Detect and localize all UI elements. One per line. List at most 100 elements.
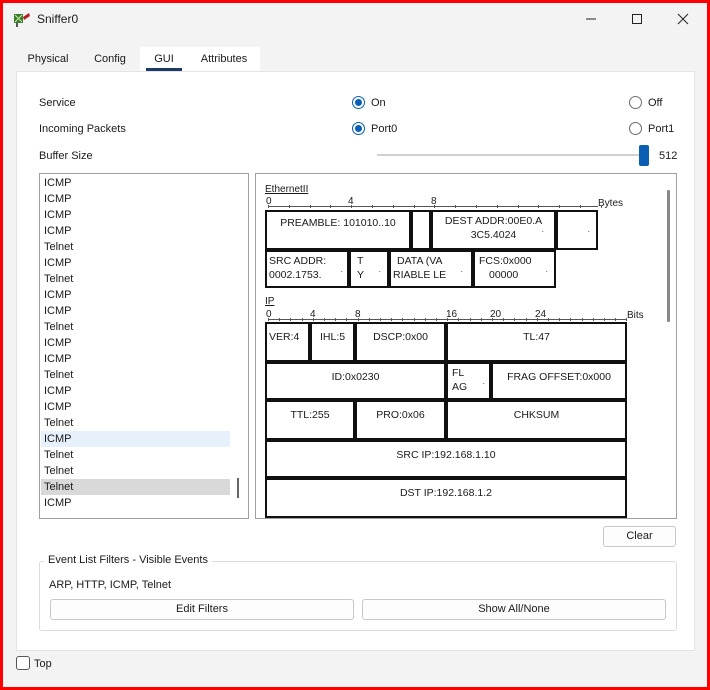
ip-ruler-tick bbox=[492, 318, 493, 321]
ethernet-src-addr-field: SRC ADDR: 0002.1753. . bbox=[265, 250, 349, 288]
pdu-scrollbar[interactable] bbox=[667, 190, 670, 322]
tab-attributes[interactable]: Attributes bbox=[188, 47, 260, 71]
minimize-button[interactable] bbox=[568, 3, 614, 35]
ethernet-ruler-tick bbox=[309, 205, 311, 208]
list-item[interactable]: ICMP bbox=[41, 255, 230, 271]
data-line1: DATA (VA bbox=[397, 255, 443, 267]
list-item[interactable]: ICMP bbox=[41, 223, 230, 239]
list-item[interactable]: Telnet bbox=[41, 239, 230, 255]
ethernet-ruler-tick bbox=[496, 205, 498, 208]
ip-src-ip-field: SRC IP:192.168.1.10 bbox=[265, 440, 627, 478]
event-list-scrollbar[interactable] bbox=[237, 478, 239, 498]
dscp-text: DSCP:0x00 bbox=[373, 331, 428, 343]
list-item[interactable]: ICMP bbox=[41, 287, 230, 303]
service-on-radio[interactable] bbox=[352, 96, 365, 109]
list-item[interactable]: Telnet bbox=[41, 367, 230, 383]
type-line1: T bbox=[357, 255, 364, 267]
data-line2: RIABLE LE bbox=[393, 269, 447, 281]
list-item[interactable]: ICMP bbox=[41, 431, 230, 447]
preamble-text: PREAMBLE: 101010..10 bbox=[280, 217, 396, 229]
id-text: ID:0x0230 bbox=[331, 371, 380, 383]
list-item[interactable]: ICMP bbox=[41, 383, 230, 399]
ethernet-dest-addr-field: DEST ADDR:00E0.A 3C5.4024 . bbox=[431, 210, 556, 250]
buffer-size-slider-thumb[interactable] bbox=[639, 145, 649, 166]
tab-gui[interactable]: GUI bbox=[140, 47, 188, 71]
list-item[interactable]: ICMP bbox=[41, 495, 230, 511]
ip-ruler-tick bbox=[402, 318, 404, 321]
gui-panel: Service On Off Incoming Packets Port0 Po… bbox=[16, 71, 695, 651]
truncation-dot: . bbox=[378, 264, 381, 274]
ip-ruler-tick bbox=[525, 318, 527, 321]
service-off-radio[interactable] bbox=[629, 96, 642, 109]
list-item[interactable]: ICMP bbox=[41, 399, 230, 415]
list-item[interactable]: Telnet bbox=[41, 319, 230, 335]
protocol-text: PRO:0x06 bbox=[376, 409, 425, 421]
tl-text: TL:47 bbox=[523, 331, 550, 343]
ip-ruler-tick bbox=[559, 318, 561, 321]
list-item[interactable]: ICMP bbox=[41, 191, 230, 207]
tab-physical[interactable]: Physical bbox=[16, 47, 80, 71]
port1-label: Port1 bbox=[648, 123, 675, 135]
list-item[interactable]: ICMP bbox=[41, 351, 230, 367]
ip-dst-ip-field: DST IP:192.168.1.2 bbox=[265, 478, 627, 518]
ethernet-ruler-tick bbox=[351, 205, 353, 208]
list-item[interactable]: ICMP bbox=[41, 303, 230, 319]
port1-radio[interactable] bbox=[629, 122, 642, 135]
port0-radio[interactable] bbox=[352, 122, 365, 135]
ip-ruler-tick bbox=[447, 318, 449, 321]
list-item[interactable]: ICMP bbox=[41, 175, 230, 191]
ip-ruler-tick bbox=[391, 318, 393, 321]
ethernet-type-field: T Y . bbox=[349, 250, 389, 288]
visible-events-text: ARP, HTTP, ICMP, Telnet bbox=[49, 579, 172, 591]
sniffer-window: Sniffer0 Physical Config GUI Attributes … bbox=[3, 3, 707, 687]
ethernet-ruler-tick bbox=[559, 205, 561, 208]
list-item[interactable]: Telnet bbox=[41, 447, 230, 463]
list-item[interactable]: Telnet bbox=[41, 415, 230, 431]
show-all-none-button[interactable]: Show All/None bbox=[362, 599, 666, 620]
ip-flag-field: FL AG . bbox=[446, 362, 491, 400]
ip-checksum-field: CHKSUM bbox=[446, 400, 627, 440]
ip-ruler-tick bbox=[592, 318, 594, 321]
truncation-dot: . bbox=[541, 224, 544, 234]
buffer-size-value: 512 bbox=[659, 150, 678, 162]
ethernet-section-title: EthernetII bbox=[265, 184, 309, 195]
tab-config[interactable]: Config bbox=[80, 47, 140, 71]
maximize-icon bbox=[632, 14, 642, 24]
window-title: Sniffer0 bbox=[37, 12, 79, 26]
event-list[interactable]: ICMP ICMP ICMP ICMP Telnet ICMP Telnet ICMP ICMP… bbox=[39, 173, 249, 519]
ethernet-ruler-tick bbox=[600, 205, 602, 208]
title-bar: Sniffer0 bbox=[3, 3, 707, 35]
fcs-line1: FCS:0x000 bbox=[479, 255, 532, 267]
ver-text: VER:4 bbox=[269, 331, 300, 343]
list-item[interactable]: Telnet bbox=[41, 479, 230, 495]
close-button[interactable] bbox=[660, 3, 706, 35]
top-checkbox[interactable] bbox=[16, 656, 30, 670]
list-item[interactable]: ICMP bbox=[41, 207, 230, 223]
close-icon bbox=[677, 13, 689, 25]
ip-ruler-tick bbox=[514, 318, 516, 321]
dest-addr-line2: 3C5.4024 bbox=[470, 229, 517, 241]
ethernet-ruler-tick bbox=[288, 205, 290, 208]
ip-ruler-tick bbox=[536, 318, 538, 321]
ip-ruler-tick bbox=[335, 318, 337, 321]
ethernet-fcs-field: FCS:0x000 00000 . bbox=[473, 250, 556, 288]
list-item[interactable]: Telnet bbox=[41, 271, 230, 287]
edit-filters-button[interactable]: Edit Filters bbox=[50, 599, 354, 620]
ip-ruler-tick bbox=[548, 318, 549, 321]
pdu-details-view[interactable]: EthernetII 0 4 8 Bytes PREAMBLE: 101010.… bbox=[255, 173, 677, 519]
ethernet-ruler-tick bbox=[434, 205, 436, 208]
type-line2: Y bbox=[357, 269, 365, 281]
ethernet-sfd-field bbox=[411, 210, 431, 250]
ip-ruler-tick bbox=[480, 318, 482, 321]
buffer-size-slider[interactable] bbox=[377, 154, 647, 156]
list-item[interactable]: Telnet bbox=[41, 463, 230, 479]
truncation-dot: . bbox=[545, 264, 548, 274]
ip-ruler-tick bbox=[290, 318, 292, 321]
ip-ruler-tick bbox=[301, 318, 303, 321]
clear-button[interactable]: Clear bbox=[603, 526, 676, 547]
maximize-button[interactable] bbox=[614, 3, 660, 35]
ip-ruler-tick bbox=[268, 318, 269, 321]
list-item[interactable]: ICMP bbox=[41, 335, 230, 351]
ethernet-ruler-tick bbox=[372, 205, 373, 208]
src-addr-line2: 0002.1753. bbox=[269, 269, 322, 281]
